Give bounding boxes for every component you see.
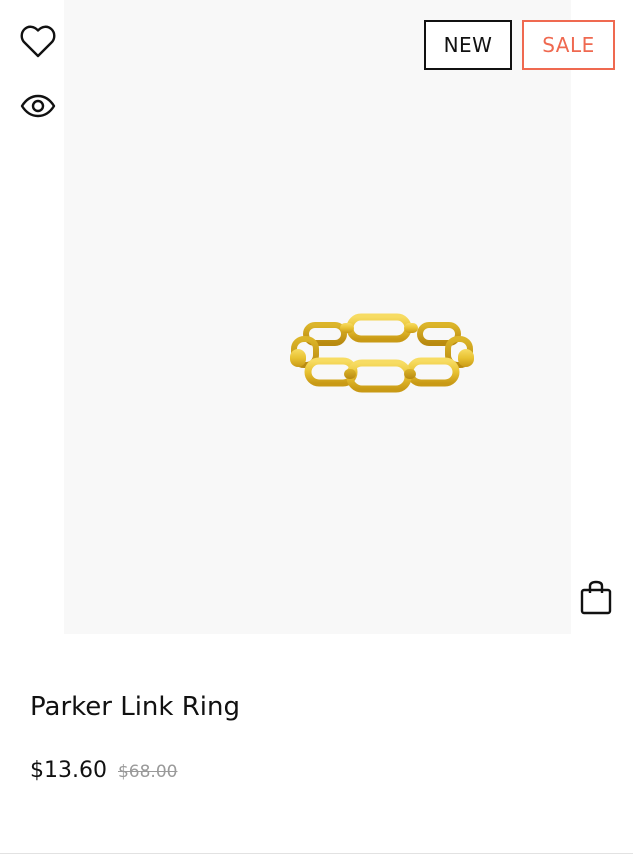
- wishlist-button[interactable]: [18, 22, 58, 62]
- sale-price: $13.60: [30, 758, 107, 783]
- shopping-bag-icon: [580, 580, 612, 615]
- product-image-ring[interactable]: [284, 305, 480, 405]
- heart-icon: [20, 25, 56, 58]
- quickview-button[interactable]: [18, 86, 58, 126]
- eye-icon: [20, 94, 56, 118]
- original-price: $68.00: [117, 762, 178, 782]
- new-badge: NEW: [424, 20, 512, 70]
- product-name-link[interactable]: Parker Link Ring: [30, 692, 240, 722]
- price-row: $13.60 $68.00: [30, 758, 177, 783]
- divider: [0, 853, 633, 854]
- add-to-cart-button[interactable]: [574, 576, 618, 620]
- sale-badge: SALE: [522, 20, 615, 70]
- ring-illustration: [290, 313, 474, 393]
- product-image-area[interactable]: [64, 0, 571, 634]
- product-card: NEW SALE Parker Link Ring $13.60 $68.00: [0, 0, 633, 856]
